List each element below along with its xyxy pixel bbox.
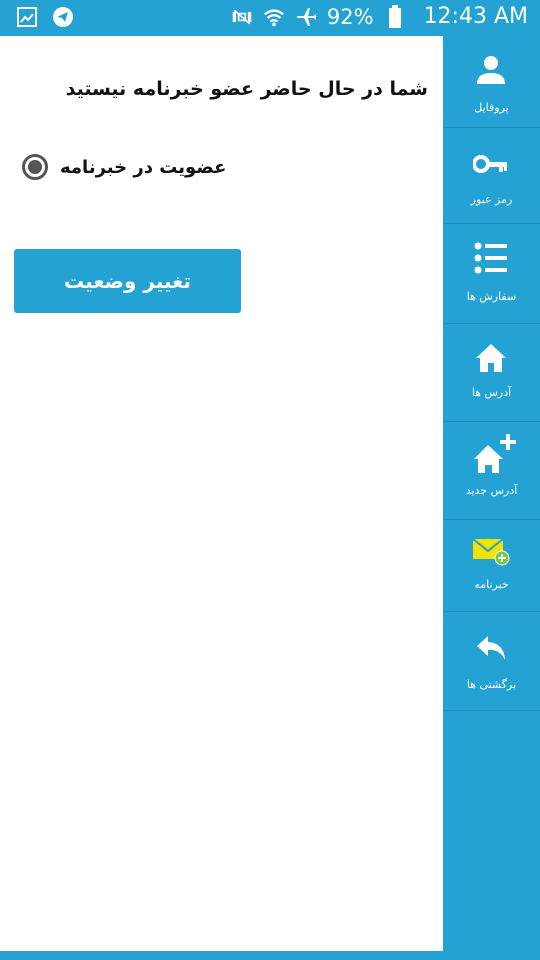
- key-icon: [471, 144, 511, 184]
- sidebar-item-label: آدرس ها: [471, 386, 512, 399]
- sidebar-item-label: برگشتی ها: [466, 678, 517, 691]
- sidebar-item-orders[interactable]: سفارش ها: [443, 224, 540, 324]
- sidebar-item-newsletter[interactable]: خبرنامه: [443, 520, 540, 612]
- newsletter-subscription-option[interactable]: عضویت در خبرنامه: [22, 154, 226, 180]
- sidebar-item-returns[interactable]: برگشتی ها: [443, 612, 540, 711]
- sidebar-item-profile[interactable]: پروفایل: [443, 36, 540, 128]
- sidebar-item-new-address[interactable]: آدرس جدید: [443, 422, 540, 520]
- bottom-strip: [0, 951, 540, 960]
- subscription-radio[interactable]: [22, 154, 48, 180]
- sidebar-item-label: رمز عبور: [470, 193, 513, 206]
- sidebar-item-label: آدرس جدید: [465, 484, 518, 497]
- clock: 12:43 AM: [423, 4, 528, 29]
- person-icon: [471, 50, 511, 90]
- telegram-icon: [52, 6, 74, 28]
- newsletter-panel: شما در حال حاضر عضو خبرنامه نیستید عضویت…: [0, 36, 443, 951]
- sidebar-item-label: خبرنامه: [474, 578, 509, 591]
- wifi-icon: [263, 6, 285, 28]
- reply-icon: [471, 628, 511, 668]
- radio-selected-dot: [28, 160, 42, 174]
- sidebar-item-password[interactable]: رمز عبور: [443, 128, 540, 224]
- list-icon: [471, 238, 511, 278]
- sidebar-item-addresses[interactable]: آدرس ها: [443, 324, 540, 422]
- home-icon: [471, 338, 511, 378]
- home-plus-icon: [469, 432, 517, 476]
- status-bar: 92% 12:43 AM: [0, 0, 540, 36]
- mute-icon: [231, 6, 253, 28]
- sidebar-menu: پروفایل رمز عبور سفارش ها آدرس ها آدرس ج…: [443, 36, 540, 951]
- battery-percent: 92%: [326, 4, 374, 29]
- sidebar-item-label: پروفایل: [474, 101, 509, 114]
- subscription-radio-label[interactable]: عضویت در خبرنامه: [60, 157, 226, 178]
- mail-icon: [469, 532, 513, 572]
- sidebar-item-label: سفارش ها: [466, 290, 517, 303]
- airplane-icon: [295, 6, 317, 28]
- gallery-icon: [16, 6, 38, 28]
- subscription-status-text: شما در حال حاضر عضو خبرنامه نیستید: [65, 78, 428, 100]
- battery-icon: [384, 4, 406, 28]
- change-status-button[interactable]: تغییر وضعیت: [14, 249, 241, 313]
